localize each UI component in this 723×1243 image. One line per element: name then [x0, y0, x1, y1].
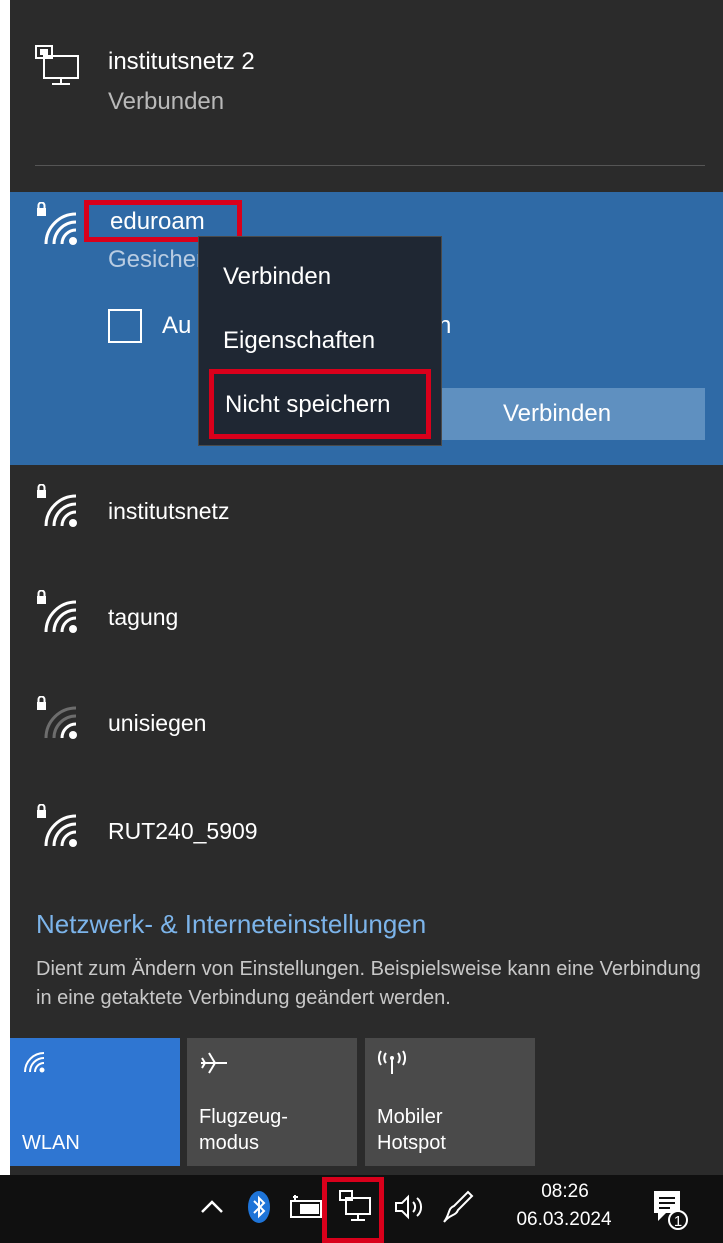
tile-wlan[interactable]: WLAN — [10, 1038, 180, 1166]
menu-item-connect[interactable]: Verbinden — [199, 249, 441, 305]
notification-center-icon[interactable]: 1 — [652, 1187, 688, 1231]
network-status: Gesicher — [108, 246, 205, 273]
volume-icon[interactable] — [392, 1190, 426, 1224]
network-item-connected[interactable]: institutsnetz 2 Verbunden — [10, 0, 723, 150]
wifi-secured-icon — [32, 590, 86, 634]
network-name: unisiegen — [108, 710, 207, 736]
connect-button[interactable]: Verbinden — [409, 388, 705, 440]
network-item-unisiegen[interactable]: unisiegen — [10, 678, 723, 768]
network-status: Verbunden — [108, 88, 225, 115]
bluetooth-icon[interactable] — [246, 1190, 272, 1224]
taskbar: 08:26 06.03.2024 1 — [0, 1175, 723, 1243]
network-name: institutsnetz 2 — [108, 48, 255, 75]
battery-icon[interactable] — [290, 1195, 326, 1221]
annotation-highlight — [322, 1177, 384, 1243]
network-flyout: institutsnetz 2 Verbunden eduroam Gesich… — [10, 0, 723, 1175]
pen-icon[interactable] — [440, 1188, 474, 1224]
network-name: tagung — [108, 604, 179, 630]
network-settings-description: Dient zum Ändern von Einstellungen. Beis… — [36, 958, 701, 1009]
network-item-rut240[interactable]: RUT240_5909 — [10, 786, 723, 876]
hotspot-icon — [377, 1050, 407, 1076]
auto-connect-label: Au — [162, 312, 192, 339]
wifi-secured-weak-icon — [32, 696, 86, 740]
context-menu: Verbinden Eigenschaften Nicht speichern — [198, 236, 442, 446]
clock-time[interactable]: 08:26 — [520, 1181, 610, 1203]
tile-label: Mobiler Hotspot — [377, 1106, 446, 1154]
wifi-secured-icon — [32, 484, 86, 528]
tile-label: Flugzeug- modus — [199, 1106, 288, 1154]
notification-count: 1 — [674, 1213, 682, 1230]
network-item-institutsnetz[interactable]: institutsnetz — [10, 466, 723, 556]
tile-mobile-hotspot[interactable]: Mobiler Hotspot — [365, 1038, 535, 1166]
ethernet-icon — [34, 44, 82, 86]
wifi-icon — [22, 1050, 52, 1074]
tile-airplane-mode[interactable]: Flugzeug- modus — [187, 1038, 357, 1166]
network-settings-link[interactable]: Netzwerk- & Interneteinstellungen — [36, 909, 426, 940]
wifi-secured-icon — [32, 804, 86, 848]
wifi-secured-icon — [32, 202, 86, 246]
annotation-highlight — [209, 369, 431, 439]
tile-label: WLAN — [22, 1132, 80, 1154]
airplane-icon — [199, 1050, 229, 1076]
auto-connect-checkbox[interactable] — [108, 309, 142, 343]
network-item-tagung[interactable]: tagung — [10, 572, 723, 662]
menu-item-properties[interactable]: Eigenschaften — [199, 313, 441, 369]
divider — [35, 165, 705, 166]
chevron-up-icon[interactable] — [198, 1193, 226, 1221]
network-name: institutsnetz — [108, 498, 230, 524]
clock-date[interactable]: 06.03.2024 — [504, 1209, 624, 1231]
network-name: RUT240_5909 — [108, 818, 258, 844]
